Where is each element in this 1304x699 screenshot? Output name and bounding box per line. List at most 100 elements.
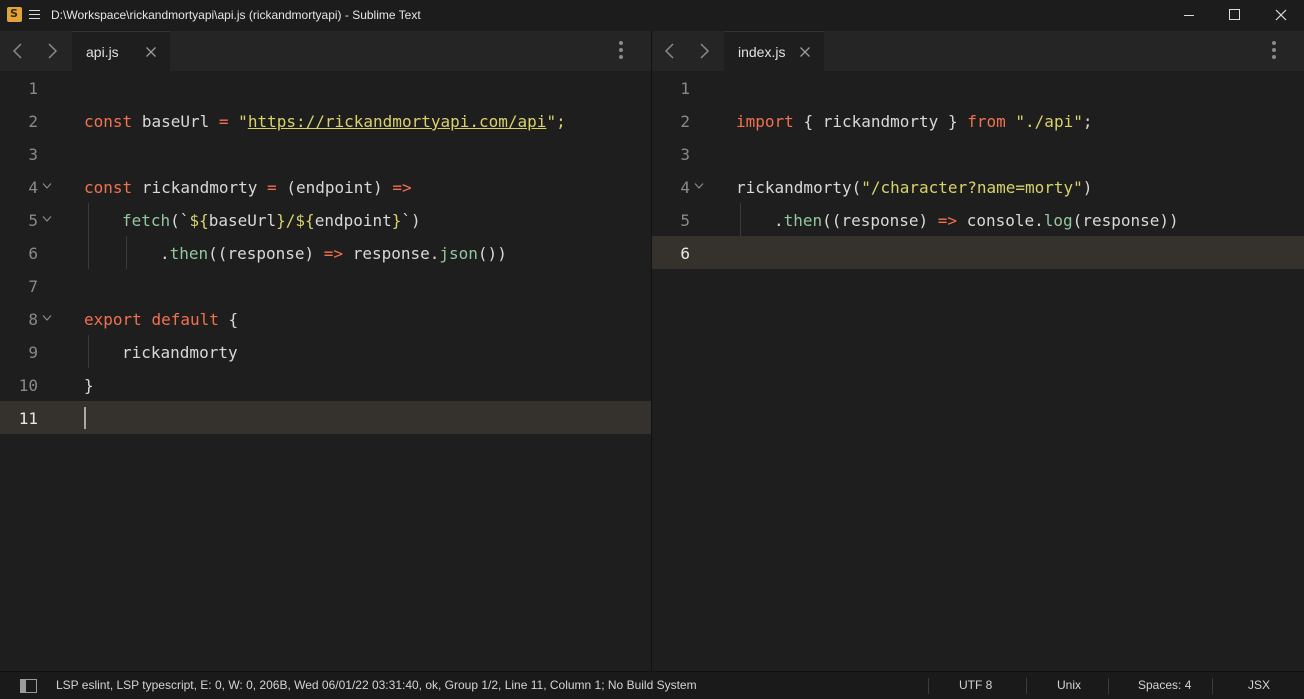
chevron-right-icon[interactable] (696, 42, 712, 60)
code-line[interactable]: 5 .then((response) => console.log(respons… (652, 203, 1304, 236)
code-token: "; (546, 112, 566, 131)
code-token: } (84, 376, 94, 395)
kebab-menu-icon[interactable] (618, 41, 624, 61)
code-line[interactable]: 9 rickandmorty (0, 335, 651, 368)
code-line[interactable]: 3 (652, 137, 1304, 170)
code-line[interactable]: 4 rickandmorty("/character?name=morty") (652, 170, 1304, 203)
maximize-icon (1229, 9, 1240, 20)
code-token: ) (1082, 178, 1093, 197)
fold-chevron-icon[interactable] (42, 182, 52, 190)
fold-chevron-icon[interactable] (42, 215, 52, 223)
tab-bar-left: api.js (0, 31, 651, 71)
line-number: 6 (680, 244, 690, 263)
code-line[interactable]: 10} (0, 368, 651, 401)
minimize-button[interactable] (1166, 0, 1212, 31)
code-line[interactable]: 8 export default { (0, 302, 651, 335)
code-token: (` (170, 211, 190, 230)
line-number: 8 (28, 310, 38, 329)
code-token: } (276, 211, 286, 230)
code-token: " (238, 112, 248, 131)
code-token: then (783, 211, 823, 230)
chevron-left-icon[interactable] (662, 42, 678, 60)
code-token: rickandmorty (736, 178, 852, 197)
tab-index-js[interactable]: index.js (724, 31, 824, 71)
indent-guide (126, 236, 127, 269)
code-line[interactable]: 7 (0, 269, 651, 302)
code-line[interactable]: 1 (0, 71, 651, 104)
editor-pane-right[interactable]: 1 2 import { rickandmorty } from "./api"; 3… (652, 71, 1304, 671)
code-token: response (1082, 211, 1160, 230)
tab-label: index.js (738, 44, 786, 60)
editor-pane-left[interactable]: 1 2 const baseUrl = "https://rickandmortya… (0, 71, 651, 671)
tab-label: api.js (86, 44, 119, 60)
code-token: "/character?name=morty" (861, 178, 1083, 197)
code-token: console (966, 211, 1035, 230)
code-text: rickandmorty (122, 343, 238, 362)
tab-close-icon[interactable] (799, 46, 811, 58)
code-token: { (228, 310, 239, 329)
code-token: ) (304, 244, 315, 263)
code-token: ( (1072, 211, 1083, 230)
tab-api-js[interactable]: api.js (72, 31, 170, 71)
code-token: `) (401, 211, 421, 230)
code-line[interactable]: 2 import { rickandmorty } from "./api"; (652, 104, 1304, 137)
fold-chevron-icon[interactable] (694, 182, 704, 190)
maximize-button[interactable] (1212, 0, 1258, 31)
code-line[interactable]: 6 .then((response) => response.json()) (0, 236, 651, 269)
code-token: then (169, 244, 209, 263)
code-text: fetch(`${baseUrl}/${endpoint}`) (122, 211, 421, 230)
line-number: 7 (28, 277, 38, 296)
code-token: = (218, 112, 229, 131)
status-indentation[interactable]: Spaces: 4 (1138, 678, 1191, 692)
hamburger-menu-icon[interactable] (29, 10, 40, 20)
line-number: 4 (28, 178, 38, 197)
code-line[interactable]: 11 (0, 401, 651, 434)
code-token: . (1034, 211, 1044, 230)
code-token: https://rickandmortyapi.com/api (247, 112, 547, 131)
code-token: baseUrl (141, 112, 210, 131)
code-token: endpoint (295, 178, 374, 197)
code-line[interactable]: 4 const rickandmorty = (endpoint) => (0, 170, 651, 203)
line-number: 2 (680, 112, 690, 131)
code-text: const baseUrl = "https://rickandmortyapi… (84, 112, 566, 131)
code-token: ()) (477, 244, 507, 263)
status-line-endings[interactable]: Unix (1057, 678, 1081, 692)
code-line[interactable]: 5 fetch(`${baseUrl}/${endpoint}`) (0, 203, 651, 236)
minimize-icon (1184, 15, 1194, 16)
text-caret (84, 407, 86, 429)
close-window-button[interactable] (1258, 0, 1304, 31)
code-line[interactable]: 2 const baseUrl = "https://rickandmortyap… (0, 104, 651, 137)
code-token: rickandmorty (141, 178, 258, 197)
line-number: 9 (28, 343, 38, 362)
code-token: . (774, 211, 784, 230)
code-token: } (947, 112, 958, 131)
code-line[interactable]: 1 (652, 71, 1304, 104)
kebab-menu-icon[interactable] (1271, 41, 1277, 61)
chevron-right-icon[interactable] (44, 42, 60, 60)
code-token: from (967, 112, 1006, 131)
code-text: .then((response) => console.log(response… (774, 211, 1179, 230)
code-token: (( (208, 244, 228, 263)
status-syntax[interactable]: JSX (1248, 678, 1270, 692)
code-token: { (803, 112, 814, 131)
code-token: / (285, 211, 296, 230)
code-token: ${ (189, 211, 209, 230)
chevron-left-icon[interactable] (10, 42, 26, 60)
code-line[interactable]: 3 (0, 137, 651, 170)
line-number: 1 (28, 79, 38, 98)
line-number: 4 (680, 178, 690, 197)
code-token: ) (918, 211, 929, 230)
code-token: . (160, 244, 170, 263)
code-token: rickandmorty (822, 112, 939, 131)
tab-close-icon[interactable] (145, 46, 157, 58)
fold-chevron-icon[interactable] (42, 314, 52, 322)
code-line[interactable]: 6 (652, 236, 1304, 269)
code-token: => (937, 211, 958, 230)
status-encoding[interactable]: UTF 8 (959, 678, 992, 692)
close-icon (1275, 9, 1287, 21)
side-panel-icon[interactable] (20, 679, 37, 693)
line-number: 11 (18, 409, 38, 428)
code-token: const (84, 178, 133, 197)
code-token: default (151, 310, 219, 329)
code-token: = (267, 178, 277, 197)
